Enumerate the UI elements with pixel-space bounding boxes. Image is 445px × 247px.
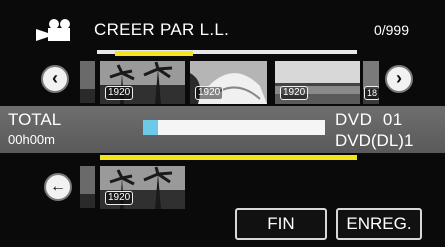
scene-counter: 0/999 (373, 22, 409, 38)
thumbnail-selected[interactable]: 1920 (190, 61, 267, 104)
thumbnail[interactable]: 1920 (100, 166, 185, 209)
thumbnail[interactable]: 1920 (275, 61, 360, 104)
chevron-right-icon: › (396, 68, 402, 88)
movie-camera-icon (36, 19, 70, 41)
back-button[interactable]: ← (44, 173, 72, 201)
total-label: TOTAL (8, 110, 62, 129)
progress-fill (143, 120, 158, 135)
resolution-badge: 1920 (105, 86, 134, 100)
selection-bar-bottom (100, 155, 357, 160)
prev-button[interactable]: ‹ (41, 65, 69, 93)
resolution-badge: 1920 (280, 86, 309, 100)
thumbnail[interactable] (80, 61, 95, 103)
thumbnail[interactable]: 18 (363, 61, 379, 104)
selection-bar-top (115, 51, 193, 56)
thumbnail[interactable]: 1920 (100, 61, 185, 104)
disc-count: DVD 01 (335, 110, 403, 129)
enreg-button[interactable]: ENREG. (336, 208, 422, 240)
resolution-badge: 1920 (105, 191, 134, 205)
fin-button[interactable]: FIN (235, 208, 327, 240)
disc-type: DVD(DL)1 (335, 131, 414, 150)
chevron-left-icon: ‹ (52, 68, 58, 88)
resolution-badge: 18 (364, 86, 379, 100)
total-time: 00h00m (8, 132, 55, 147)
page-title: CREER PAR L.L. (94, 20, 230, 39)
arrow-left-icon: ← (50, 178, 66, 195)
thumbnail[interactable] (80, 166, 95, 208)
next-button[interactable]: › (385, 65, 413, 93)
capacity-progress-bar (143, 120, 325, 135)
resolution-badge: 1920 (195, 86, 224, 100)
